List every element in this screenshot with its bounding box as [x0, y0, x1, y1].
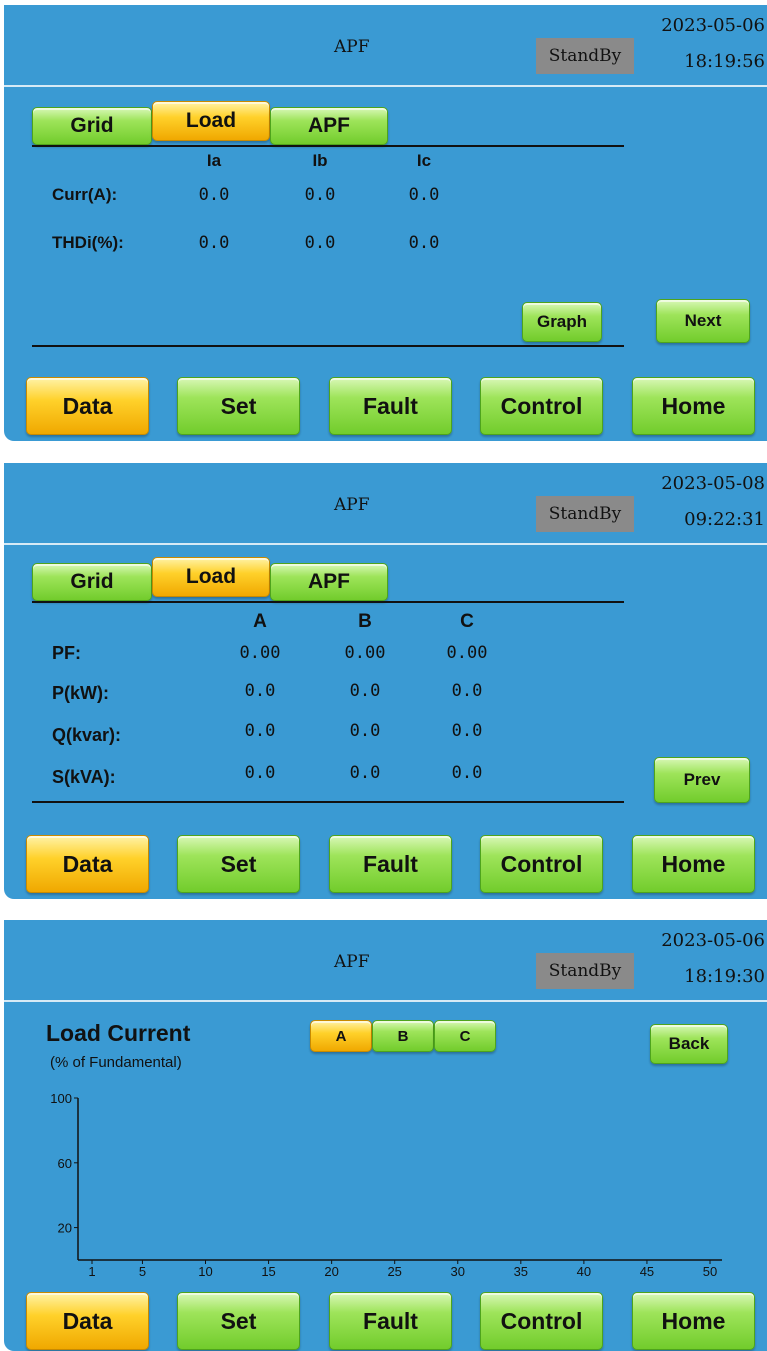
x-tick-label: 25 — [387, 1264, 401, 1276]
date-readout: 2023-05-08 — [661, 473, 765, 494]
value-curr-ib: 0.0 — [304, 185, 336, 205]
header-bar: APF StandBy 2023-05-06 18:19:30 — [4, 920, 767, 1002]
phase-b-button[interactable]: B — [372, 1020, 434, 1052]
x-tick-label: 20 — [324, 1264, 338, 1276]
status-badge: StandBy — [536, 953, 634, 989]
column-header-a: A — [253, 611, 267, 632]
prev-button[interactable]: Prev — [654, 757, 750, 803]
phase-a-button[interactable]: A — [310, 1020, 372, 1052]
column-header-c: C — [460, 611, 474, 632]
nav-fault-button[interactable]: Fault — [329, 1292, 452, 1350]
status-badge: StandBy — [536, 38, 634, 74]
value-p-b: 0.0 — [349, 681, 381, 701]
tab-load[interactable]: Load — [152, 557, 270, 597]
divider-bottom — [32, 345, 624, 347]
app-title: APF — [334, 495, 370, 515]
value-thdi-ib: 0.0 — [304, 233, 336, 253]
app-title: APF — [334, 37, 370, 57]
status-badge: StandBy — [536, 496, 634, 532]
nav-data-button[interactable]: Data — [26, 1292, 149, 1350]
date-readout: 2023-05-06 — [661, 930, 765, 951]
row-label-thdi: THDi(%): — [52, 233, 124, 252]
graph-button[interactable]: Graph — [522, 302, 602, 342]
tab-grid[interactable]: Grid — [32, 107, 152, 145]
y-tick-label: 60 — [58, 1156, 72, 1171]
divider-top — [32, 145, 624, 147]
tab-load[interactable]: Load — [152, 101, 270, 141]
row-label-q: Q(kvar): — [52, 725, 122, 745]
value-q-b: 0.0 — [349, 721, 381, 741]
chart-subtitle: (% of Fundamental) — [50, 1054, 182, 1071]
tab-apf[interactable]: APF — [270, 563, 388, 601]
value-pf-a: 0.00 — [239, 643, 281, 663]
header-bar: APF StandBy 2023-05-08 09:22:31 — [4, 463, 767, 545]
row-label-curr: Curr(A): — [52, 185, 118, 204]
nav-control-button[interactable]: Control — [480, 377, 603, 435]
y-tick-label: 100 — [50, 1091, 72, 1106]
value-thdi-ic: 0.0 — [408, 233, 440, 253]
value-s-c: 0.0 — [451, 763, 483, 783]
time-readout: 09:22:31 — [684, 509, 765, 530]
nav-fault-button[interactable]: Fault — [329, 835, 452, 893]
nav-set-button[interactable]: Set — [177, 1292, 300, 1350]
value-s-a: 0.0 — [244, 763, 276, 783]
screen-load-current-graph: APF StandBy 2023-05-06 18:19:30 Load Cur… — [4, 920, 767, 1351]
row-label-s: S(kVA): — [52, 767, 116, 787]
value-pf-b: 0.00 — [344, 643, 386, 663]
nav-data-button[interactable]: Data — [26, 377, 149, 435]
row-label-p: P(kW): — [52, 683, 109, 703]
x-tick-label: 10 — [198, 1264, 212, 1276]
value-curr-ia: 0.0 — [198, 185, 230, 205]
value-pf-c: 0.00 — [446, 643, 488, 663]
column-header-ib: Ib — [312, 151, 328, 170]
next-button[interactable]: Next — [656, 299, 750, 343]
column-header-ic: Ic — [416, 151, 432, 170]
time-readout: 18:19:30 — [684, 966, 765, 987]
column-header-b: B — [358, 611, 372, 632]
column-header-ia: Ia — [206, 151, 222, 170]
value-s-b: 0.0 — [349, 763, 381, 783]
value-thdi-ia: 0.0 — [198, 233, 230, 253]
value-q-c: 0.0 — [451, 721, 483, 741]
header-bar: APF StandBy 2023-05-06 18:19:56 — [4, 5, 767, 87]
nav-set-button[interactable]: Set — [177, 835, 300, 893]
x-tick-label: 15 — [261, 1264, 275, 1276]
screen-load-power: APF StandBy 2023-05-08 09:22:31 Grid Loa… — [4, 463, 767, 899]
x-tick-label: 30 — [451, 1264, 465, 1276]
date-readout: 2023-05-06 — [661, 15, 765, 36]
tab-grid[interactable]: Grid — [32, 563, 152, 601]
nav-home-button[interactable]: Home — [632, 835, 755, 893]
x-tick-label: 35 — [514, 1264, 528, 1276]
x-tick-label: 45 — [640, 1264, 654, 1276]
app-title: APF — [334, 952, 370, 972]
nav-home-button[interactable]: Home — [632, 1292, 755, 1350]
nav-control-button[interactable]: Control — [480, 835, 603, 893]
nav-control-button[interactable]: Control — [480, 1292, 603, 1350]
value-p-a: 0.0 — [244, 681, 276, 701]
time-readout: 18:19:56 — [684, 51, 765, 72]
phase-c-button[interactable]: C — [434, 1020, 496, 1052]
nav-fault-button[interactable]: Fault — [329, 377, 452, 435]
nav-set-button[interactable]: Set — [177, 377, 300, 435]
value-curr-ic: 0.0 — [408, 185, 440, 205]
harmonic-chart: 2060100 1 5 10 15 20 25 30 35 40 45 50 — [50, 1091, 722, 1276]
x-tick-label: 50 — [703, 1264, 717, 1276]
row-label-pf: PF: — [52, 643, 81, 663]
divider-top — [32, 601, 624, 603]
value-p-c: 0.0 — [451, 681, 483, 701]
x-tick-label: 5 — [139, 1264, 146, 1276]
chart-title: Load Current — [46, 1020, 191, 1046]
screen-load-current: APF StandBy 2023-05-06 18:19:56 Grid Loa… — [4, 5, 767, 441]
divider-bottom — [32, 801, 624, 803]
value-q-a: 0.0 — [244, 721, 276, 741]
nav-data-button[interactable]: Data — [26, 835, 149, 893]
y-tick-label: 20 — [58, 1221, 72, 1236]
nav-home-button[interactable]: Home — [632, 377, 755, 435]
tab-apf[interactable]: APF — [270, 107, 388, 145]
x-tick-label: 1 — [88, 1264, 95, 1276]
x-tick-label: 40 — [577, 1264, 591, 1276]
back-button[interactable]: Back — [650, 1024, 728, 1064]
